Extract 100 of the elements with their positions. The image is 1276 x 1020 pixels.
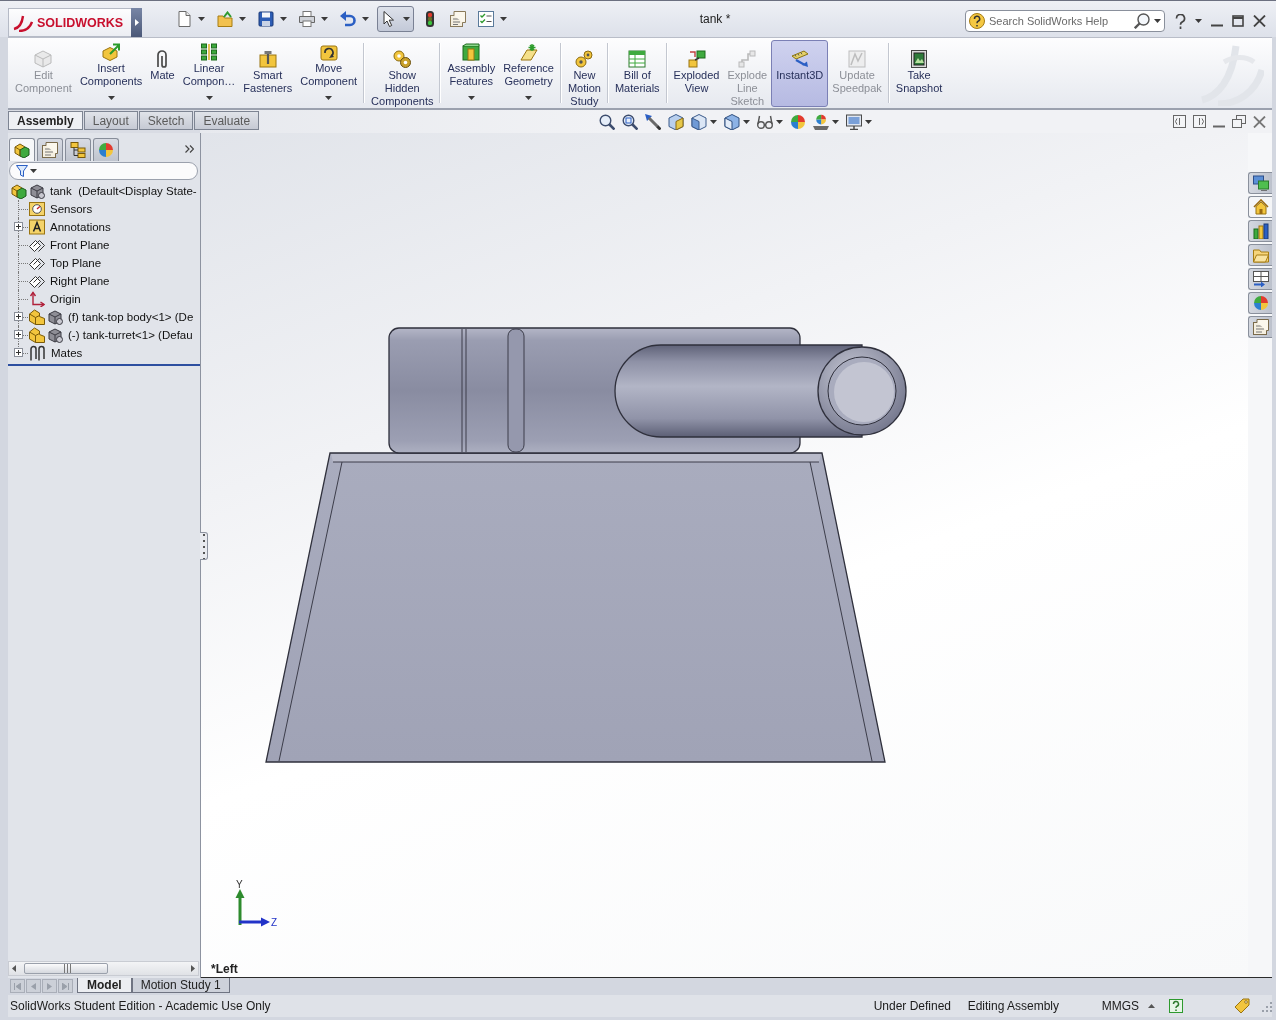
tree-item[interactable]: Annotations bbox=[49, 221, 112, 233]
caret-icon[interactable] bbox=[710, 119, 718, 124]
caret-icon[interactable] bbox=[832, 119, 840, 124]
command-button[interactable]: Exploded View bbox=[669, 40, 724, 107]
tree-item[interactable]: Right Plane bbox=[49, 275, 111, 287]
tag-icon[interactable] bbox=[1234, 998, 1250, 1014]
skip-start-icon bbox=[14, 982, 21, 990]
caret-icon bbox=[239, 17, 246, 21]
model-tab[interactable]: Motion Study 1 bbox=[131, 978, 230, 993]
color-ball-icon[interactable] bbox=[790, 113, 807, 130]
scroll-right-icon[interactable] bbox=[191, 965, 195, 972]
manager-tab[interactable] bbox=[93, 138, 119, 161]
tree-item[interactable]: tank (Default<Display State- bbox=[49, 185, 198, 197]
zoom-area-icon[interactable] bbox=[622, 113, 639, 130]
caret-icon[interactable] bbox=[1154, 19, 1161, 23]
monitor-icon[interactable] bbox=[846, 113, 863, 130]
command-tab[interactable]: Assembly bbox=[8, 111, 83, 130]
tree-item[interactable]: Top Plane bbox=[49, 257, 103, 269]
expand-icon[interactable] bbox=[14, 348, 23, 357]
help-icon[interactable] bbox=[1175, 13, 1186, 29]
task-pane-tab[interactable] bbox=[1248, 196, 1272, 218]
filter-field[interactable] bbox=[9, 162, 198, 180]
select-button[interactable] bbox=[377, 6, 414, 32]
caret-icon[interactable] bbox=[865, 119, 873, 124]
model-tab[interactable]: Model bbox=[77, 978, 132, 993]
gauge-icon bbox=[29, 201, 45, 217]
menu-flyout-button[interactable] bbox=[131, 8, 142, 37]
command-button[interactable]: Bill of Materials bbox=[610, 40, 664, 107]
shaded-cube-icon[interactable] bbox=[724, 113, 741, 130]
command-tab[interactable]: Evaluate bbox=[194, 111, 260, 130]
tree-item[interactable]: Sensors bbox=[49, 203, 94, 215]
command-button[interactable]: Assembly Features bbox=[443, 40, 500, 107]
command-button[interactable]: Instant3D bbox=[771, 40, 829, 107]
manager-tab[interactable] bbox=[9, 138, 35, 161]
caret-icon[interactable] bbox=[776, 119, 784, 124]
command-button[interactable]: Smart Fasteners bbox=[239, 40, 297, 107]
plane-star-icon bbox=[519, 43, 538, 61]
save-icon bbox=[258, 11, 274, 27]
scene-icon[interactable] bbox=[813, 113, 830, 130]
tree-item[interactable]: Origin bbox=[49, 293, 82, 305]
maximize-icon[interactable] bbox=[1232, 15, 1244, 27]
resize-grip-icon[interactable] bbox=[1260, 1000, 1272, 1012]
status-field: Under Defined bbox=[873, 999, 952, 1013]
help-bubble-icon bbox=[969, 13, 985, 29]
glasses-icon[interactable] bbox=[757, 113, 774, 130]
command-tab[interactable]: Layout bbox=[83, 111, 138, 130]
edition-notice: SolidWorks Student Edition - Academic Use Only bbox=[10, 999, 271, 1013]
table-sheet-icon bbox=[628, 50, 647, 68]
scroll-left-icon[interactable] bbox=[12, 965, 16, 972]
tile-left-icon[interactable] bbox=[1173, 115, 1186, 128]
close-icon[interactable] bbox=[1253, 15, 1266, 27]
expand-icon[interactable] bbox=[14, 222, 23, 231]
tree-item[interactable]: (f) tank-top body<1> (De bbox=[67, 311, 195, 323]
scrollbar-thumb[interactable] bbox=[24, 963, 108, 974]
command-button[interactable]: Reference Geometry bbox=[499, 40, 558, 107]
task-pane-tab[interactable] bbox=[1248, 220, 1272, 242]
horizontal-scrollbar[interactable] bbox=[8, 961, 199, 976]
command-button[interactable]: Insert Components bbox=[75, 40, 147, 107]
task-pane-tab[interactable] bbox=[1248, 316, 1272, 338]
arrow-pen-icon[interactable] bbox=[645, 113, 662, 130]
close-icon[interactable] bbox=[1253, 115, 1266, 128]
expand-icon[interactable] bbox=[14, 330, 23, 339]
new-document-icon bbox=[176, 11, 192, 27]
caret-icon bbox=[107, 96, 115, 100]
expand-icon[interactable] bbox=[14, 312, 23, 321]
command-button[interactable]: Take Snapshot bbox=[891, 40, 947, 107]
section-cube-icon[interactable] bbox=[668, 113, 685, 130]
task-pane-tab[interactable] bbox=[1248, 268, 1272, 290]
panel-collapse-handle[interactable] bbox=[200, 532, 208, 560]
tree-item[interactable]: Mates bbox=[50, 347, 84, 359]
tree-blocks-icon bbox=[70, 142, 86, 158]
command-button[interactable]: Mate bbox=[146, 40, 179, 107]
command-button[interactable]: Move Component bbox=[296, 40, 362, 107]
zoom-icon[interactable] bbox=[599, 113, 616, 130]
plane-icon bbox=[29, 255, 45, 271]
units-button[interactable]: MMGS bbox=[1101, 999, 1155, 1013]
command-button[interactable]: Show Hidden Components bbox=[367, 40, 438, 107]
view-cube-icon[interactable] bbox=[691, 113, 708, 130]
plane-icon bbox=[29, 273, 45, 289]
cube-icon bbox=[48, 327, 63, 343]
tree-item[interactable]: (-) tank-turret<1> (Defau bbox=[67, 329, 194, 341]
task-pane-tab[interactable] bbox=[1248, 292, 1272, 314]
gears-icon bbox=[575, 50, 594, 68]
caret-icon[interactable] bbox=[1195, 19, 1202, 23]
restore-icon[interactable] bbox=[1232, 115, 1246, 128]
command-button[interactable]: New Motion Study bbox=[563, 40, 605, 107]
help-icon[interactable] bbox=[1169, 999, 1183, 1013]
manager-tab[interactable] bbox=[37, 138, 63, 161]
manager-tab[interactable] bbox=[65, 138, 91, 161]
caret-icon bbox=[403, 17, 410, 21]
task-pane-tab[interactable] bbox=[1248, 172, 1272, 194]
tile-right-icon[interactable] bbox=[1193, 115, 1206, 128]
command-button[interactable]: Linear Compon… bbox=[178, 40, 240, 107]
search-field[interactable]: Search SolidWorks Help bbox=[965, 10, 1165, 32]
double-chevron-icon[interactable] bbox=[185, 145, 194, 153]
tree-item[interactable]: Front Plane bbox=[49, 239, 111, 251]
ruler-arrow-icon bbox=[790, 50, 809, 68]
command-tab[interactable]: Sketch bbox=[138, 111, 194, 130]
caret-icon[interactable] bbox=[743, 119, 751, 124]
printer-icon bbox=[299, 11, 315, 27]
